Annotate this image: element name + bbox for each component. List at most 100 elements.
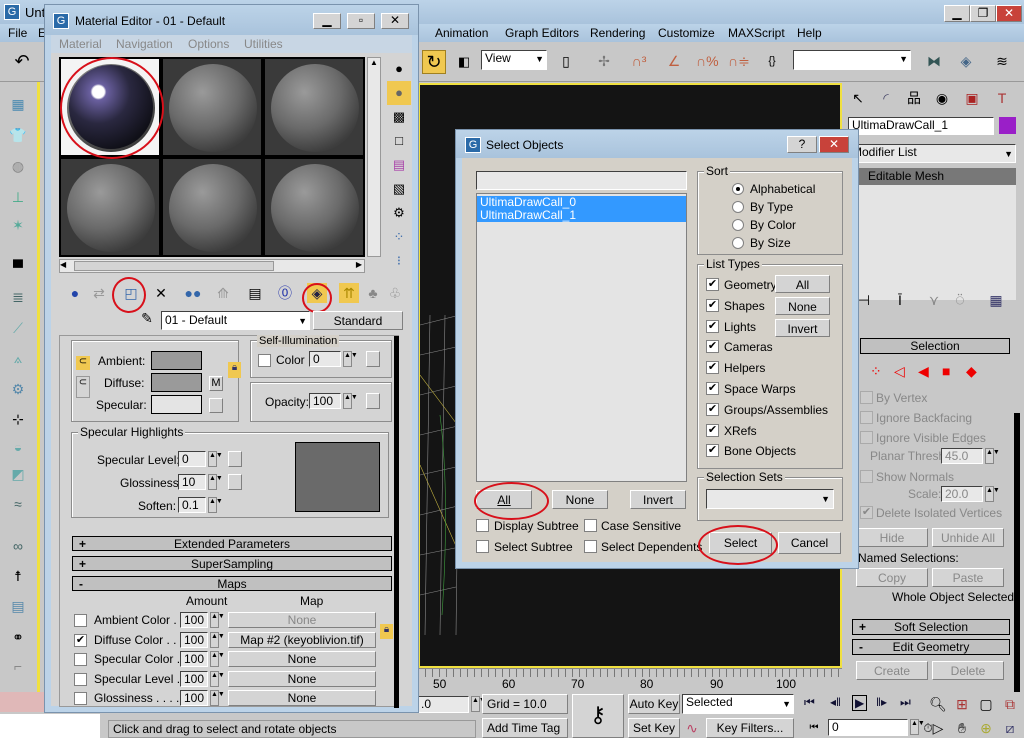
sort-radio[interactable] (732, 183, 744, 195)
previous-frame-icon[interactable]: ◂‖ (830, 695, 841, 709)
self-illum-value[interactable]: 0 (309, 351, 341, 367)
show-end-result-icon[interactable]: Ī (890, 290, 910, 310)
angle-snap-icon[interactable]: ∠ (664, 51, 684, 71)
menu-customize[interactable]: Customize (658, 26, 715, 40)
map-enable-checkbox[interactable] (74, 672, 87, 686)
create-button[interactable]: Create (856, 661, 928, 680)
menu-animation[interactable]: Animation (435, 26, 488, 40)
capsule-icon[interactable]: ⟋ (8, 318, 28, 338)
material-navigator-icon[interactable]: ⁝ (387, 249, 411, 273)
orbit-icon[interactable]: ⊕ (976, 718, 996, 738)
link-icon[interactable]: ⚭ (8, 627, 28, 647)
map-amount-spinner[interactable]: ▲▼ (210, 690, 225, 706)
specular-swatch[interactable] (151, 395, 202, 414)
spring-icon[interactable]: ≣ (8, 287, 28, 307)
soften-field[interactable]: 0.1 (178, 497, 206, 513)
opacity-spinner[interactable]: ▲▼ (343, 393, 358, 409)
rollout-maps[interactable]: - Maps (72, 576, 392, 591)
biped-icon[interactable]: ☨ (8, 566, 28, 586)
undo-icon[interactable]: ↶ (12, 51, 32, 71)
make-copy-icon[interactable]: ●● (183, 283, 203, 303)
map-button[interactable]: Map #2 (keyoblivion.tif) (228, 631, 376, 648)
scale-spinner[interactable]: ▲▼ (985, 486, 1000, 502)
map-amount-spinner[interactable]: ▲▼ (210, 631, 225, 648)
zoom-extents-all-icon[interactable]: ⧉ (1000, 694, 1020, 714)
make-unique-icon[interactable]: ⋎ (924, 290, 944, 310)
sample-slot-vscroll[interactable]: ▲ (367, 57, 381, 257)
self-illum-color-checkbox[interactable] (258, 354, 271, 367)
map-amount-spinner[interactable]: ▲▼ (210, 651, 225, 667)
select-subtree-checkbox[interactable] (476, 540, 489, 553)
hinge-icon[interactable]: ⟑ (8, 348, 28, 368)
list-type-checkbox[interactable]: ✔ (706, 402, 719, 416)
map-amount-field[interactable]: 100 (180, 690, 208, 706)
lock-icon[interactable]: 🔒︎ (228, 362, 241, 378)
me-close-button[interactable]: ✕ (381, 13, 409, 29)
diffuse-map-button[interactable]: M (209, 376, 223, 391)
map-enable-checkbox[interactable] (74, 692, 87, 705)
sample-slot[interactable] (162, 58, 262, 156)
add-time-tag-button[interactable]: Add Time Tag (482, 718, 568, 738)
star-icon[interactable]: ✶ (8, 215, 28, 235)
key-mode-icon[interactable]: ⏮ (804, 718, 824, 738)
opacity-field[interactable]: 100 (309, 393, 341, 409)
sort-radio[interactable] (732, 237, 744, 249)
map-enable-checkbox[interactable]: ✔ (74, 633, 87, 647)
sort-radio[interactable] (732, 201, 744, 213)
ambient-lock-icon[interactable]: ⊂ (76, 376, 90, 398)
zoom-extents-icon[interactable]: ▢ (976, 694, 996, 714)
named-selection-sets-dropdown[interactable]: ▼ (793, 50, 911, 70)
key-filters-button[interactable]: Key Filters... (706, 718, 794, 738)
types-none-button[interactable]: None (775, 297, 830, 315)
vertex-icon[interactable]: ⁘ (870, 363, 882, 380)
panel-icon[interactable]: ▤ (8, 596, 28, 616)
next-frame-icon[interactable]: ‖▸ (876, 695, 887, 709)
chair-icon[interactable]: ⌐ (8, 656, 28, 676)
gear-icon[interactable]: ⚙ (8, 379, 28, 399)
menu-options[interactable]: Options (188, 37, 229, 51)
me-maximize-button[interactable]: ▫ (347, 13, 375, 29)
hide-button[interactable]: Hide (856, 528, 928, 547)
named-selection-icon[interactable]: {} (762, 51, 782, 71)
ball-icon[interactable]: ◍ (8, 156, 28, 176)
select-rotate-icon[interactable]: ↻ (422, 50, 446, 74)
object-search-input[interactable] (476, 171, 687, 190)
glossiness-map-button[interactable] (228, 474, 242, 490)
map-button[interactable]: None (228, 651, 376, 667)
element-icon[interactable]: ◆ (966, 363, 977, 380)
select-none-button[interactable]: None (552, 490, 608, 509)
menu-maxscript[interactable]: MAXScript (728, 26, 785, 40)
time-ruler[interactable]: 50 60 70 80 90 100 (418, 668, 842, 692)
make-unique-icon[interactable]: ⟰ (213, 283, 233, 303)
selection-sets-dropdown[interactable]: ▼ (706, 489, 834, 509)
map-amount-field[interactable]: 100 (180, 631, 208, 648)
map-button[interactable]: None (228, 612, 376, 628)
play-icon[interactable]: ▶ (852, 695, 868, 711)
configure-sets-icon[interactable]: ▦ (986, 290, 1006, 310)
coord-z-field[interactable]: .0 (417, 696, 469, 713)
percent-snap-icon[interactable]: ∩% (696, 51, 719, 71)
options-icon[interactable]: ⚙ (387, 201, 411, 225)
map-amount-spinner[interactable]: ▲▼ (210, 670, 225, 687)
sample-slot-hscroll[interactable]: ◀ ▶ (59, 259, 365, 273)
object-color-swatch[interactable] (999, 117, 1016, 134)
auto-key-button[interactable]: Auto Key (628, 694, 680, 714)
list-type-checkbox[interactable]: ✔ (706, 382, 719, 395)
key-selection-dropdown[interactable]: Selected ▼ (682, 694, 794, 714)
soften-spinner[interactable]: ▲▼ (208, 497, 223, 513)
map-amount-spinner[interactable]: ▲▼ (210, 612, 225, 628)
by-vertex-checkbox[interactable] (860, 391, 873, 404)
remove-modifier-icon[interactable]: ⍥ (950, 290, 970, 310)
go-to-parent-icon[interactable]: ♣ (363, 283, 383, 303)
create-box-icon[interactable]: ▦ (8, 94, 28, 114)
polygon-icon[interactable]: ■ (942, 363, 950, 379)
types-invert-button[interactable]: Invert (775, 319, 830, 337)
sample-slot[interactable] (264, 58, 364, 156)
sample-slot-active[interactable] (60, 58, 160, 156)
select-dependents-checkbox[interactable] (584, 540, 597, 553)
spinner-snap-icon[interactable]: ∩≑ (728, 51, 750, 71)
help-button[interactable]: ? (787, 136, 817, 153)
menu-material[interactable]: Material (59, 37, 102, 51)
go-to-end-icon[interactable]: ⏭ (900, 695, 911, 710)
reference-coord-icon[interactable]: ◧ (454, 52, 474, 72)
